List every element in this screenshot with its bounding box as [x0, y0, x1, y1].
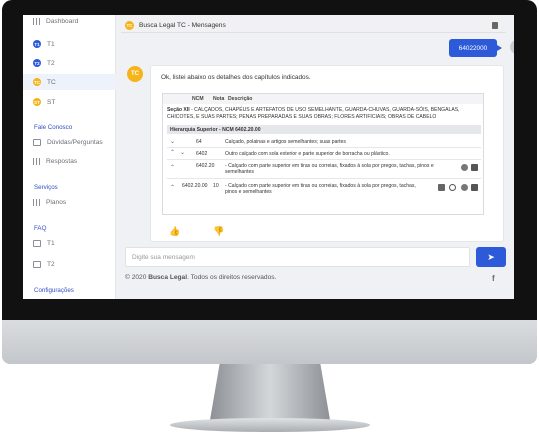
- bot-avatar: TC: [127, 66, 143, 82]
- t1-badge-icon: T1: [33, 40, 41, 48]
- ncm-table: NCM Nota Descrição Seção XII - CALÇADOS,…: [162, 93, 484, 215]
- trash-icon[interactable]: [492, 22, 498, 29]
- ncm-table-header: NCM Nota Descrição: [163, 94, 483, 104]
- row-ncm: 64: [196, 139, 202, 145]
- sidebar-item-label: Dashboard: [46, 18, 79, 25]
- section-faq: FAQ: [34, 225, 47, 232]
- chat-icon: [33, 139, 41, 146]
- list-icon: [33, 158, 40, 165]
- sidebar: Dashboard T1 T1 T2 T2 TC TC ST ST Fale C…: [23, 15, 116, 299]
- chevron-down-icon[interactable]: ⌄: [180, 149, 185, 156]
- sidebar-item-st[interactable]: ST ST: [33, 98, 55, 106]
- sidebar-item-label: Planos: [46, 199, 67, 206]
- row-ncm: 6402.20.00: [182, 183, 208, 189]
- row-desc: Outro calçado com sola exterior e parte …: [225, 151, 390, 157]
- tc-badge-icon: TC: [33, 78, 41, 86]
- sidebar-item-respostas[interactable]: Respostas: [33, 158, 77, 165]
- chat-icon: [33, 261, 41, 268]
- sidebar-item-label: TC: [47, 78, 56, 86]
- table-row[interactable]: ⌄ 64 Calçado, polainas e artigos semelha…: [167, 136, 481, 148]
- col-nota: Nota: [213, 96, 225, 102]
- tc-logo-icon: TC: [125, 21, 134, 30]
- thumbs-down-icon[interactable]: 👎: [213, 226, 224, 237]
- chat-panel: TC Busca Legal TC - Mensagens 64022000 T…: [116, 15, 514, 299]
- sidebar-item-label: T1: [47, 40, 55, 48]
- sidebar-item-label: ST: [47, 98, 56, 106]
- message-input[interactable]: Digite sua mensagem: [125, 247, 470, 267]
- app-screen: Dashboard T1 T1 T2 T2 TC TC ST ST Fale C…: [23, 15, 514, 299]
- secao-text: Seção XII - CALÇADOS, CHAPÉUS E ARTEFATO…: [167, 107, 479, 120]
- row-desc: - Calçado com parte superior em tiras ou…: [225, 163, 434, 176]
- sidebar-item-label: Dúvidas/Perguntas: [47, 139, 103, 146]
- sidebar-item-label: T2: [47, 261, 55, 268]
- monitor-base: [170, 418, 370, 432]
- sidebar-item-t2[interactable]: T2 T2: [33, 59, 55, 67]
- chevron-down-icon[interactable]: ⌄: [170, 138, 175, 145]
- section-servicos: Serviços: [34, 184, 58, 191]
- facebook-icon[interactable]: f: [492, 274, 495, 283]
- share-icon[interactable]: [461, 184, 468, 191]
- t2-badge-icon: T2: [33, 59, 41, 67]
- user-avatar: [510, 40, 514, 54]
- send-button[interactable]: ➤: [476, 247, 506, 267]
- monitor-mockup: Dashboard T1 T1 T2 T2 TC TC ST ST Fale C…: [0, 0, 539, 442]
- sidebar-item-duvidas[interactable]: Dúvidas/Perguntas: [33, 139, 103, 146]
- section-fale-conosco: Fale Conosco: [34, 124, 73, 131]
- send-icon: ➤: [487, 251, 495, 262]
- row-desc: - Calçado com parte superior em tiras ou…: [225, 183, 416, 196]
- thumbs-up-icon[interactable]: 👍: [169, 226, 180, 237]
- share-icon[interactable]: [461, 164, 468, 171]
- chevron-up-icon[interactable]: ⌃: [170, 149, 175, 156]
- table-row[interactable]: ⌃ 6402.20 - Calçado com parte superior e…: [167, 160, 481, 179]
- col-descricao: Descrição: [228, 96, 253, 102]
- row-ncm: 6402.20: [196, 163, 215, 169]
- sidebar-item-label: Respostas: [46, 158, 78, 165]
- hierarquia-header: Hierarquia Superior - NCM 6402.20.00: [167, 125, 481, 134]
- footer-prefix: © 2020: [125, 274, 149, 281]
- table-row[interactable]: ⌃ 6402.20.00 10 - Calçado com parte supe…: [167, 180, 481, 200]
- chevron-up-icon[interactable]: ⌃: [170, 184, 175, 191]
- col-ncm: NCM: [192, 96, 204, 102]
- chat-title: Busca Legal TC - Mensagens: [139, 22, 226, 29]
- sidebar-item-t1[interactable]: T1 T1: [33, 40, 55, 48]
- bot-message: Ok, listei abaixo os detalhes dos capítu…: [150, 65, 504, 242]
- sidebar-item-faq-t1[interactable]: T1: [33, 240, 55, 247]
- print-icon[interactable]: [471, 184, 478, 191]
- bot-intro-text: Ok, listei abaixo os detalhes dos capítu…: [161, 74, 311, 81]
- user-message: 64022000: [449, 39, 502, 57]
- chat-header: TC Busca Legal TC - Mensagens: [121, 19, 506, 33]
- sidebar-item-planos[interactable]: Planos: [33, 199, 66, 206]
- secao-label: Seção XII: [167, 107, 190, 113]
- sidebar-item-label: T2: [47, 59, 55, 67]
- print-icon[interactable]: [471, 164, 478, 171]
- row-nota: 10: [213, 183, 219, 189]
- secao-description: - CALÇADOS, CHAPÉUS E ARTEFATOS DE USO S…: [167, 107, 460, 120]
- dashboard-icon: [33, 18, 40, 25]
- sidebar-item-label: T1: [47, 240, 55, 247]
- row-ncm: 6402: [196, 151, 208, 157]
- chat-icon: [33, 240, 41, 247]
- section-configuracoes[interactable]: Configurações: [34, 287, 74, 294]
- book-icon[interactable]: [438, 184, 445, 191]
- search-icon[interactable]: [449, 184, 456, 191]
- sidebar-item-dashboard[interactable]: Dashboard: [33, 18, 78, 25]
- monitor-stand: [210, 364, 330, 420]
- row-desc: Calçado, polainas e artigos semelhantes;…: [225, 139, 346, 145]
- footer-suffix: . Todos os direitos reservados.: [187, 274, 277, 281]
- footer-text: © 2020 Busca Legal. Todos os direitos re…: [125, 274, 276, 281]
- sidebar-item-faq-t2[interactable]: T2: [33, 261, 55, 268]
- sidebar-item-tc[interactable]: TC TC: [23, 74, 116, 90]
- message-input-placeholder: Digite sua mensagem: [132, 253, 195, 261]
- st-badge-icon: ST: [33, 98, 41, 106]
- footer-brand: Busca Legal: [148, 274, 188, 281]
- monitor-chin: [2, 320, 537, 364]
- plans-icon: [33, 199, 40, 206]
- chevron-up-icon[interactable]: ⌃: [170, 164, 175, 171]
- table-row[interactable]: ⌃ ⌄ 6402 Outro calçado com sola exterior…: [167, 148, 481, 160]
